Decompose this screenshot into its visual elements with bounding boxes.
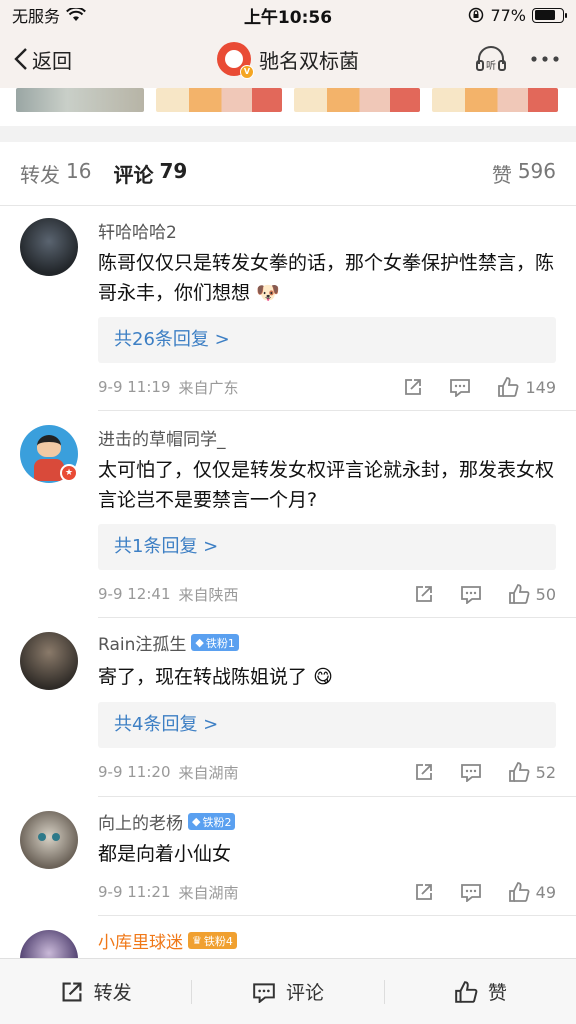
thumbs-up-icon — [455, 980, 478, 1003]
yum-emoji: 😋 — [313, 666, 333, 688]
like-count: 50 — [535, 584, 556, 604]
thumbs-up-icon — [508, 762, 530, 782]
section-separator — [0, 126, 576, 142]
tab-like[interactable]: 赞 596 — [492, 159, 556, 188]
share-icon[interactable] — [414, 882, 434, 902]
tab-bar: 转发 16 评论 79 赞 596 — [0, 142, 576, 206]
post-image[interactable] — [294, 88, 420, 112]
repost-button[interactable]: 转发 — [0, 959, 191, 1024]
comment-divider — [98, 410, 576, 411]
fan-badge: ♛ 铁粉4 — [188, 932, 237, 949]
repost-label: 转发 — [93, 982, 132, 1004]
like-count: 52 — [535, 762, 556, 782]
comment-source: 来自陕西 — [178, 585, 239, 604]
fan-badge: ◆ 铁粉2 — [188, 813, 236, 830]
post-image[interactable] — [156, 88, 282, 112]
share-icon[interactable] — [414, 584, 434, 604]
comment-meta: 9-9 12:41 来自陕西 50 — [98, 583, 556, 605]
back-label: 返回 — [32, 48, 72, 73]
listen-icon[interactable]: 听 — [474, 44, 508, 74]
share-icon[interactable] — [414, 762, 434, 782]
like-button[interactable]: 赞 — [385, 959, 576, 1024]
doge-emoji: 🐶 — [256, 282, 280, 304]
comment-text: 陈哥仅仅只是转发女拳的话，那个女拳保护性禁言，陈哥永丰，你们想想 🐶 — [98, 252, 555, 304]
comment-label: 评论 — [285, 982, 324, 1004]
avatar[interactable] — [20, 811, 78, 869]
verified-badge-icon: ★ — [60, 464, 78, 482]
comment-text: 太可怕了，仅仅是转发女权评言论就永封，那发表女权言论岂不是要禁言一个月? — [98, 459, 555, 511]
like-button[interactable]: 50 — [508, 583, 556, 605]
post-image[interactable] — [432, 88, 558, 112]
tab-comment[interactable]: 评论 79 — [113, 159, 187, 188]
comment-icon — [253, 982, 275, 1003]
comment-author[interactable]: 小库里球迷 ♛ 铁粉4 — [98, 928, 237, 953]
fan-badge: ◆ 铁粉1 — [191, 634, 239, 651]
comment-author[interactable]: Rain注孤生 ◆ 铁粉1 — [98, 630, 239, 655]
chevron-left-icon — [14, 48, 27, 70]
thumbs-up-icon — [498, 377, 519, 397]
nav-bar: 返回 V 驰名双标菌 听 — [0, 30, 576, 88]
comment-icon[interactable] — [449, 377, 471, 397]
diamond-icon: ◆ — [192, 815, 201, 828]
comment-source: 来自广东 — [178, 378, 239, 397]
clock: 上午10:56 — [243, 7, 333, 28]
carrier-label: 无服务 — [12, 7, 61, 26]
comment-author[interactable]: 轩哈哈哈2 — [98, 218, 177, 243]
share-icon — [62, 982, 82, 1001]
post-image[interactable] — [16, 88, 144, 112]
like-count: 149 — [525, 377, 556, 397]
like-count: 49 — [535, 882, 556, 902]
battery-icon — [532, 7, 567, 23]
avatar[interactable] — [20, 218, 78, 276]
reply-count-link[interactable]: 共4条回复 > — [98, 702, 556, 748]
comment-time: 9-9 11:20 — [98, 763, 171, 781]
comment-icon[interactable] — [460, 584, 482, 604]
comment-icon[interactable] — [460, 882, 482, 902]
like-label: 赞 — [487, 982, 507, 1004]
crown-icon: ♛ — [192, 934, 202, 947]
comment-source: 来自湖南 — [178, 763, 239, 782]
post-image-strip[interactable] — [0, 88, 576, 114]
comment-time: 9-9 12:41 — [98, 585, 171, 603]
comment-meta: 9-9 11:21 来自湖南 49 — [98, 881, 556, 903]
comment-icon[interactable] — [460, 762, 482, 782]
comment-time: 9-9 11:19 — [98, 378, 171, 396]
comment-text: 寄了，现在转战陈姐说了 😋 — [98, 666, 333, 688]
share-icon[interactable] — [403, 377, 423, 397]
account-avatar: V — [217, 42, 254, 79]
status-bar: 无服务 上午10:56 77% — [0, 0, 576, 30]
back-button[interactable]: 返回 — [0, 45, 170, 74]
comment-divider — [98, 617, 576, 618]
thumbs-up-icon — [508, 584, 530, 604]
thumbs-up-icon — [508, 882, 530, 902]
orientation-lock-icon — [469, 7, 484, 23]
comment-time: 9-9 11:21 — [98, 883, 171, 901]
page-title[interactable]: V 驰名双标菌 — [170, 42, 406, 79]
tab-repost[interactable]: 转发 16 — [20, 159, 91, 188]
comment-author[interactable]: 向上的老杨 ◆ 铁粉2 — [98, 809, 236, 834]
bottom-action-bar: 转发 评论 赞 — [0, 958, 576, 1024]
svg-text:听: 听 — [486, 60, 496, 72]
like-button[interactable]: 149 — [497, 376, 556, 398]
wifi-icon — [66, 8, 86, 21]
comment-meta: 9-9 11:20 来自湖南 52 — [98, 761, 556, 783]
comment-author[interactable]: 进击的草帽同学_ — [98, 425, 226, 450]
account-name: 驰名双标菌 — [259, 48, 359, 73]
like-button[interactable]: 52 — [508, 761, 556, 783]
battery-percent: 77% — [490, 5, 526, 25]
avatar[interactable] — [20, 632, 78, 690]
comment-text: 都是向着小仙女 — [98, 843, 232, 865]
more-icon[interactable] — [530, 55, 560, 63]
like-button[interactable]: 49 — [508, 881, 556, 903]
comment-source: 来自湖南 — [178, 883, 239, 902]
reply-count-link[interactable]: 共26条回复 > — [98, 317, 556, 363]
comment-divider — [98, 796, 576, 797]
comment-divider — [98, 915, 576, 916]
comment-meta: 9-9 11:19 来自广东 149 — [98, 376, 556, 398]
comment-button[interactable]: 评论 — [192, 959, 383, 1024]
reply-count-link[interactable]: 共1条回复 > — [98, 524, 556, 570]
diamond-icon: ◆ — [195, 636, 204, 649]
